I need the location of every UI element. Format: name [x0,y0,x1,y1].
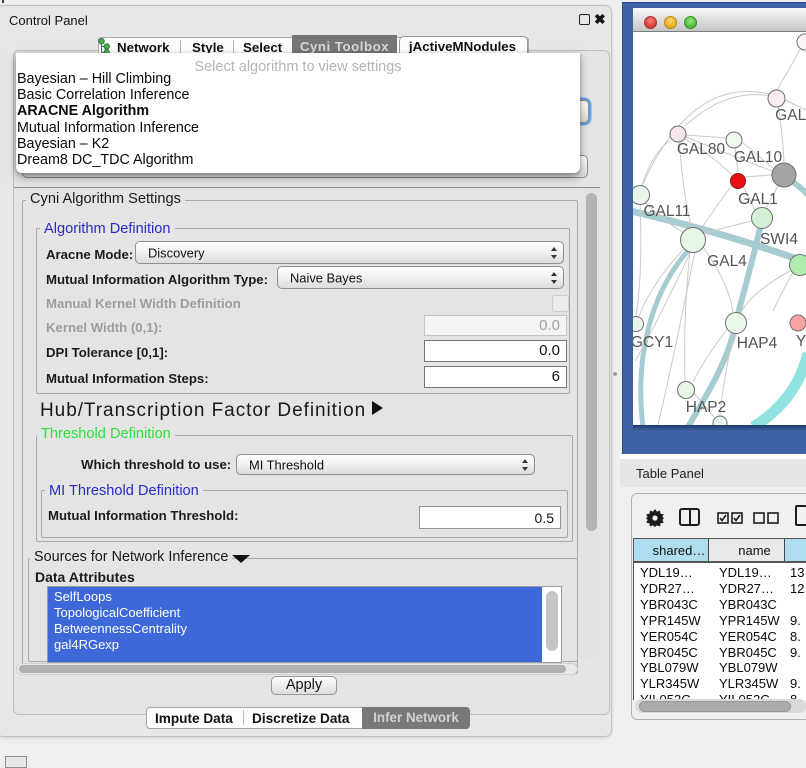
svg-text:SWI4: SWI4 [760,231,798,248]
svg-text:GAL10: GAL10 [734,149,783,166]
svg-text:GCY1: GCY1 [633,334,673,351]
svg-text:HAP2: HAP2 [686,399,727,416]
svg-text:GAL11: GAL11 [643,203,690,220]
svg-text:GAL4: GAL4 [707,253,747,270]
svg-text:HAP4: HAP4 [737,335,778,352]
svg-text:Y: Y [796,333,806,350]
svg-text:GAL7: GAL7 [775,107,806,124]
svg-text:GAL1: GAL1 [738,191,778,208]
svg-text:GAL80: GAL80 [677,141,726,158]
